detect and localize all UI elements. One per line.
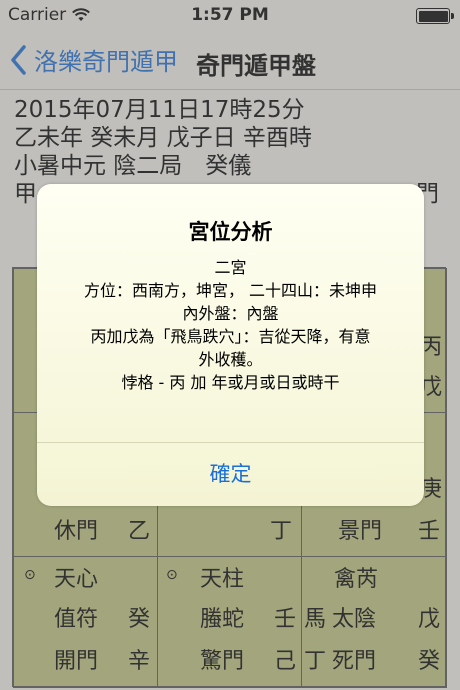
- palace-analysis-alert: 宮位分析 二宮 方位：西南方，坤宮， 二十四山：未坤申 內外盤：內盤 丙加戊為「…: [37, 184, 424, 506]
- alert-message: 二宮 方位：西南方，坤宮， 二十四山：未坤申 內外盤：內盤 丙加戊為「飛鳥跌穴」…: [47, 256, 414, 394]
- alert-line-inauspicious: 悖格 - 丙 加 年或月或日或時干: [121, 373, 340, 392]
- alert-title: 宮位分析: [188, 220, 273, 244]
- alert-line-plate: 內外盤：內盤: [182, 304, 279, 323]
- alert-line-direction: 方位：西南方，坤宮， 二十四山：未坤申: [83, 281, 378, 300]
- alert-line-pattern-cont: 外收穫。: [198, 350, 263, 369]
- confirm-button[interactable]: 確定: [37, 443, 424, 506]
- alert-line-palace: 二宮: [214, 258, 247, 277]
- alert-line-pattern: 丙加戊為「飛鳥跌穴」：吉從天降，有意: [90, 327, 371, 346]
